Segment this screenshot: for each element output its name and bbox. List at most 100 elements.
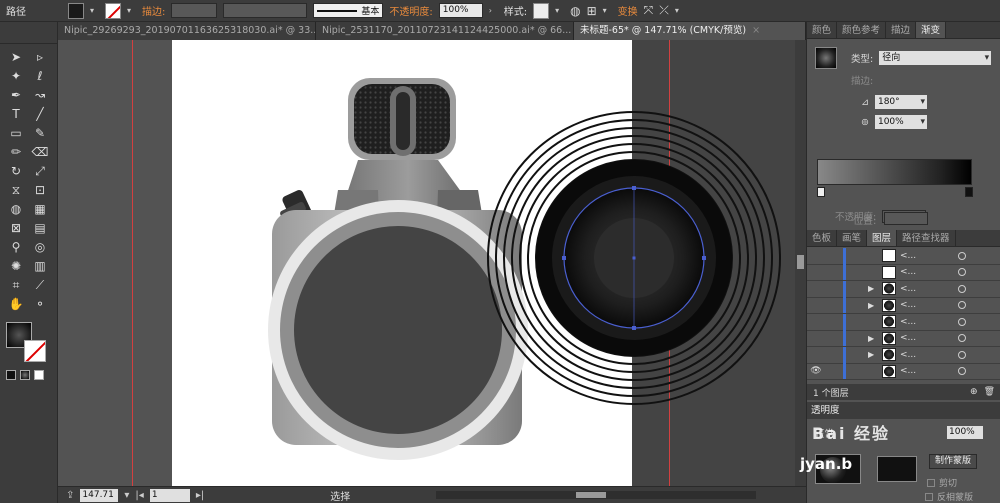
- magic-wand-tool-icon[interactable]: ✦: [6, 67, 26, 85]
- angle-field[interactable]: 180°: [874, 95, 927, 109]
- pen-tool-icon[interactable]: ✒: [6, 86, 26, 104]
- canvas[interactable]: [58, 40, 795, 486]
- tab-swatches[interactable]: 色板: [807, 230, 838, 246]
- gradient-type-select[interactable]: 径向: [879, 51, 992, 65]
- gradient-slider[interactable]: [817, 159, 972, 185]
- layer-row[interactable]: ▶ <...: [807, 330, 1000, 347]
- transparency-header[interactable]: 透明度: [807, 402, 1000, 419]
- free-transform-tool-icon[interactable]: ⊡: [30, 181, 50, 199]
- transform-icon[interactable]: ⤧: [644, 3, 654, 18]
- tab-stroke[interactable]: 描边: [886, 22, 917, 38]
- stroke-box[interactable]: [24, 340, 46, 362]
- zoom-field[interactable]: 147.71: [80, 488, 119, 502]
- brush-definition[interactable]: 基本: [313, 3, 384, 18]
- stroke-swatch[interactable]: [105, 2, 121, 19]
- last-page-icon[interactable]: ▸|: [196, 490, 204, 501]
- recolor-icon[interactable]: ◍: [570, 4, 580, 18]
- tab-document-3[interactable]: 未标题-65* @ 147.71% (CMYK/预览) ×: [574, 22, 806, 40]
- tab-color-guide[interactable]: 颜色参考: [837, 22, 887, 38]
- expand-icon[interactable]: ▶: [868, 284, 878, 293]
- target-icon[interactable]: [958, 284, 966, 293]
- vertical-scrollbar[interactable]: [795, 40, 806, 486]
- selection-tool-icon[interactable]: ➤: [6, 48, 26, 66]
- layer-row[interactable]: ▶ <...: [807, 280, 1000, 298]
- perspective-grid-tool-icon[interactable]: ▦: [30, 200, 50, 218]
- line-tool-icon[interactable]: ╱: [30, 105, 50, 123]
- location-field[interactable]: [884, 212, 929, 225]
- layer-row[interactable]: 👁 <...: [807, 363, 1000, 380]
- invert-mask-checkbox[interactable]: 反相蒙版: [925, 490, 973, 503]
- target-icon[interactable]: [958, 317, 966, 326]
- scroll-thumb[interactable]: [797, 255, 804, 269]
- column-graph-tool-icon[interactable]: ▥: [30, 257, 50, 275]
- eye-icon[interactable]: 👁: [807, 366, 825, 376]
- opacity-link[interactable]: 不透明度:: [389, 3, 432, 18]
- chevron-down-icon[interactable]: ▾: [127, 6, 136, 15]
- fill-swatch[interactable]: [68, 2, 84, 19]
- gradient-stop-start[interactable]: [817, 187, 825, 197]
- fill-stroke-control[interactable]: [6, 322, 50, 366]
- share-icon[interactable]: ⇪: [66, 490, 74, 501]
- clip-checkbox[interactable]: 剪切: [927, 476, 957, 489]
- symbol-sprayer-tool-icon[interactable]: ✺: [6, 257, 26, 275]
- tab-layers[interactable]: 图层: [867, 230, 898, 246]
- expand-icon[interactable]: ▶: [868, 334, 878, 343]
- none-mode-icon[interactable]: [34, 370, 44, 380]
- layer-row[interactable]: <...: [807, 247, 1000, 265]
- target-icon[interactable]: [958, 268, 966, 277]
- gradient-thumbnail[interactable]: [815, 47, 837, 69]
- color-mode-icon[interactable]: [6, 370, 16, 380]
- close-icon[interactable]: ×: [752, 22, 760, 40]
- pencil-tool-icon[interactable]: ✏: [6, 143, 26, 161]
- rectangle-tool-icon[interactable]: ▭: [6, 124, 26, 142]
- transparency-opacity-field[interactable]: 100%: [947, 426, 983, 439]
- scale-tool-icon[interactable]: ⤢: [30, 162, 50, 180]
- direct-selection-tool-icon[interactable]: ▹: [30, 48, 50, 66]
- curvature-tool-icon[interactable]: ↝: [30, 86, 50, 104]
- chevron-down-icon[interactable]: ▾: [90, 6, 99, 15]
- horizontal-scrollbar[interactable]: [436, 491, 757, 499]
- mesh-tool-icon[interactable]: ⊠: [6, 219, 26, 237]
- tab-brushes[interactable]: 画笔: [837, 230, 868, 246]
- target-icon[interactable]: [958, 350, 966, 359]
- target-icon[interactable]: [958, 251, 966, 260]
- tab-document-2[interactable]: Nipic_2531170_20110723141124425000.ai* @…: [316, 22, 574, 40]
- blend-tool-icon[interactable]: ◎: [30, 238, 50, 256]
- artwork[interactable]: [58, 40, 795, 486]
- shape-builder-tool-icon[interactable]: ◍: [6, 200, 26, 218]
- type-tool-icon[interactable]: T: [6, 105, 26, 123]
- chevron-down-icon[interactable]: ▾: [603, 6, 612, 15]
- layer-row[interactable]: <...: [807, 264, 1000, 281]
- slice-tool-icon[interactable]: ⟋: [30, 276, 50, 294]
- layer-row[interactable]: <...: [807, 313, 1000, 331]
- layer-row[interactable]: ▶ <...: [807, 297, 1000, 314]
- expand-icon[interactable]: ▶: [868, 350, 878, 359]
- stroke-link[interactable]: 描边:: [142, 3, 165, 18]
- transform-link[interactable]: 变换: [618, 3, 638, 18]
- chevron-down-icon[interactable]: ▾: [124, 490, 129, 501]
- target-icon[interactable]: [958, 334, 966, 343]
- isolate-icon[interactable]: ⤫: [659, 3, 669, 18]
- align-icon[interactable]: ⊞: [587, 4, 597, 18]
- gradient-mode-icon[interactable]: [20, 370, 30, 380]
- graphic-style-swatch[interactable]: [533, 2, 550, 19]
- paintbrush-tool-icon[interactable]: ✎: [30, 124, 50, 142]
- eyedropper-tool-icon[interactable]: ⚲: [6, 238, 26, 256]
- tab-color[interactable]: 颜色: [807, 22, 838, 38]
- chevron-down-icon[interactable]: ▾: [555, 6, 564, 15]
- stroke-weight-field[interactable]: [171, 3, 218, 18]
- chevron-down-icon[interactable]: ▾: [675, 6, 684, 15]
- scroll-thumb[interactable]: [576, 492, 607, 498]
- rotate-tool-icon[interactable]: ↻: [6, 162, 26, 180]
- tools-grip[interactable]: [0, 22, 57, 44]
- gradient-stop-end[interactable]: [965, 187, 973, 197]
- expand-icon[interactable]: ▶: [868, 301, 878, 310]
- artboard-tool-icon[interactable]: ⌗: [6, 276, 26, 294]
- aspect-ratio-field[interactable]: 100%: [874, 115, 927, 129]
- zoom-tool-icon[interactable]: ⚬: [30, 295, 50, 313]
- gradient-tool-icon[interactable]: ▤: [30, 219, 50, 237]
- mask-thumbnail[interactable]: [877, 456, 917, 482]
- eraser-tool-icon[interactable]: ⌫: [30, 143, 50, 161]
- first-page-icon[interactable]: |◂: [135, 490, 143, 501]
- width-tool-icon[interactable]: ⧖: [6, 181, 26, 199]
